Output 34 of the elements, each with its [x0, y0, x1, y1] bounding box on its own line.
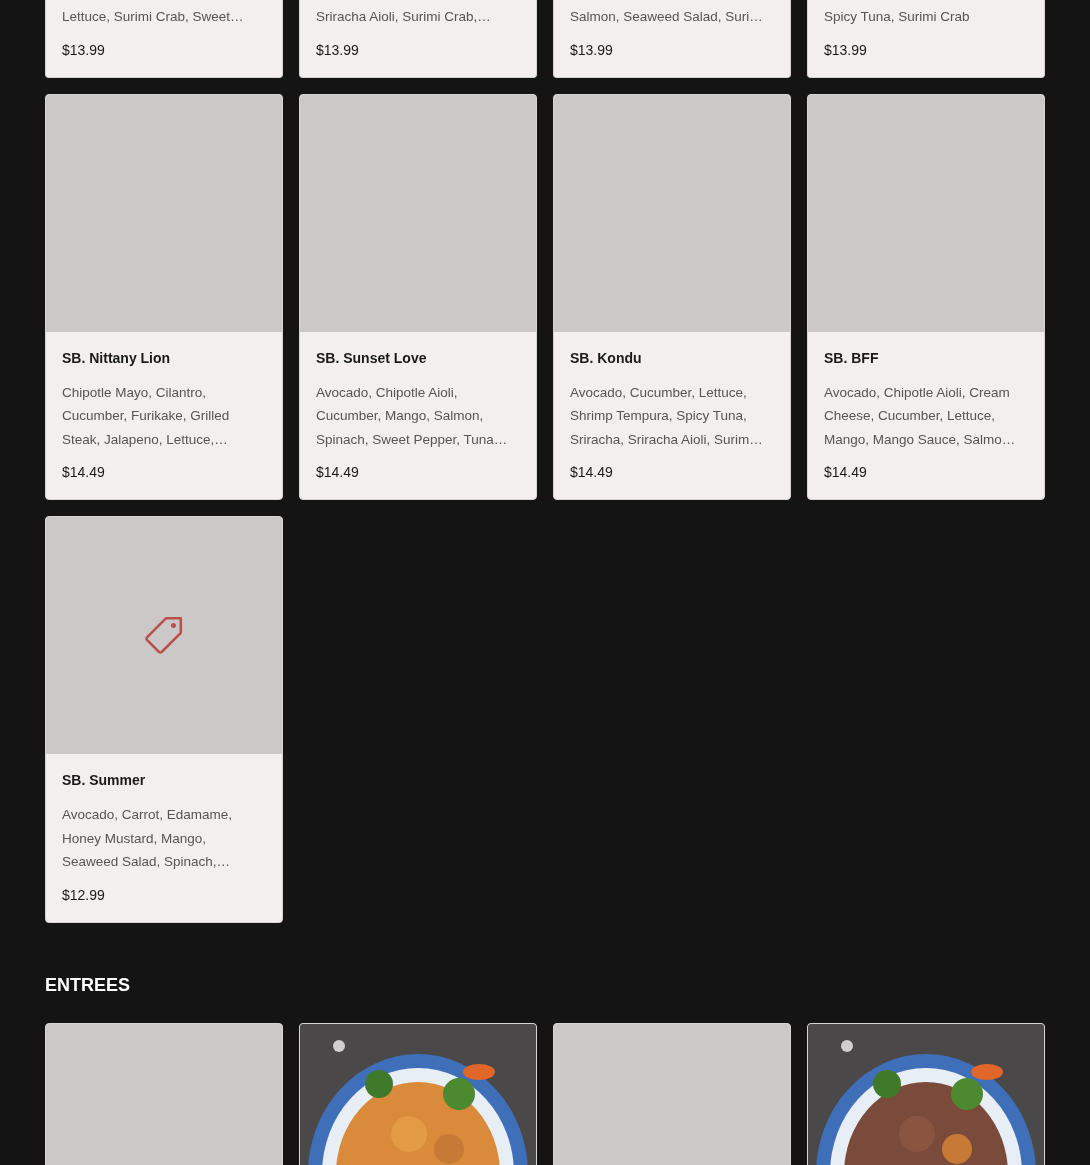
item-price: $13.99: [824, 40, 868, 60]
item-name: SB. Summer: [62, 771, 147, 790]
tag-icon: [143, 614, 185, 657]
menu-item-card[interactable]: SB. Kondu Avocado, Cucumber, Lettuce, Shrimp Tempura, Spicy Tuna, Sriracha, Sriracha Aioli, Surim… $14.49: [553, 93, 791, 500]
menu-item-card[interactable]: Sriracha Aioli, Surimi Crab,… $13.99: [299, 0, 537, 78]
menu-item-card[interactable]: SB. BFF Avocado, Chipotle Aioli, Cream Cheese, Cucumber, Lettuce, Mango, Mango Sauce, Salmo… $14.49: [807, 93, 1045, 500]
item-name: SB. Nittany Lion: [62, 348, 172, 368]
item-price: $13.99: [316, 40, 360, 60]
item-price: $14.49: [824, 463, 868, 482]
item-price: $14.49: [62, 463, 106, 482]
menu-item-card[interactable]: SB. Summer Avocado, Carrot, Edamame, Honey Mustard, Mango, Seaweed Salad, Spinach,… $12.99: [45, 516, 283, 923]
item-description: Chipotle Mayo, Cilantro, Cucumber, Furikake, Grilled Steak, Jalapeno, Lettuce,…: [62, 383, 231, 449]
item-description: Lettuce, Surimi Crab, Sweet…: [62, 8, 245, 26]
item-price: $14.49: [570, 463, 614, 482]
item-name: SB. Sunset Love: [316, 348, 428, 368]
menu-item-card[interactable]: SB. Nittany Lion Chipotle Mayo, Cilantro, Cucumber, Furikake, Grilled Steak, Jalapeno, Lettuce,… $14.49: [45, 93, 283, 500]
item-name: SB. Kondu: [570, 348, 643, 368]
menu-item-card[interactable]: SB. Sunset Love Avocado, Chipotle Aioli, Cucumber, Mango, Salmon, Spinach, Sweet Pepper, Tuna… $14.49: [299, 93, 537, 500]
menu-item-card[interactable]: Salmon, Seaweed Salad, Suri… $13.99: [553, 0, 791, 78]
item-description: Spicy Tuna, Surimi Crab: [824, 8, 971, 26]
item-price: $13.99: [570, 40, 614, 60]
item-description: Avocado, Chipotle Aioli, Cucumber, Mango, Salmon, Spinach, Sweet Pepper, Tuna…: [316, 383, 509, 449]
item-name: SB. BFF: [824, 348, 880, 368]
item-description: Sriracha Aioli, Surimi Crab,…: [316, 8, 492, 26]
section-heading: ENTREES: [45, 973, 132, 996]
item-description: Avocado, Chipotle Aioli, Cream Cheese, Cucumber, Lettuce, Mango, Mango Sauce, Salmo…: [824, 383, 1017, 449]
item-price: $13.99: [62, 40, 106, 60]
menu-item-card[interactable]: Lettuce, Surimi Crab, Sweet… $13.99: [45, 0, 283, 78]
item-price: $14.49: [316, 463, 360, 482]
item-price: $12.99: [62, 885, 106, 905]
item-description: Salmon, Seaweed Salad, Suri…: [570, 8, 764, 26]
menu-item-card[interactable]: Spicy Tuna, Surimi Crab $13.99: [807, 0, 1045, 78]
item-description: Avocado, Carrot, Edamame, Honey Mustard, Mango, Seaweed Salad, Spinach,…: [62, 806, 234, 871]
item-description: Avocado, Cucumber, Lettuce, Shrimp Tempura, Spicy Tuna, Sriracha, Sriracha Aioli, Surim…: [570, 383, 764, 449]
